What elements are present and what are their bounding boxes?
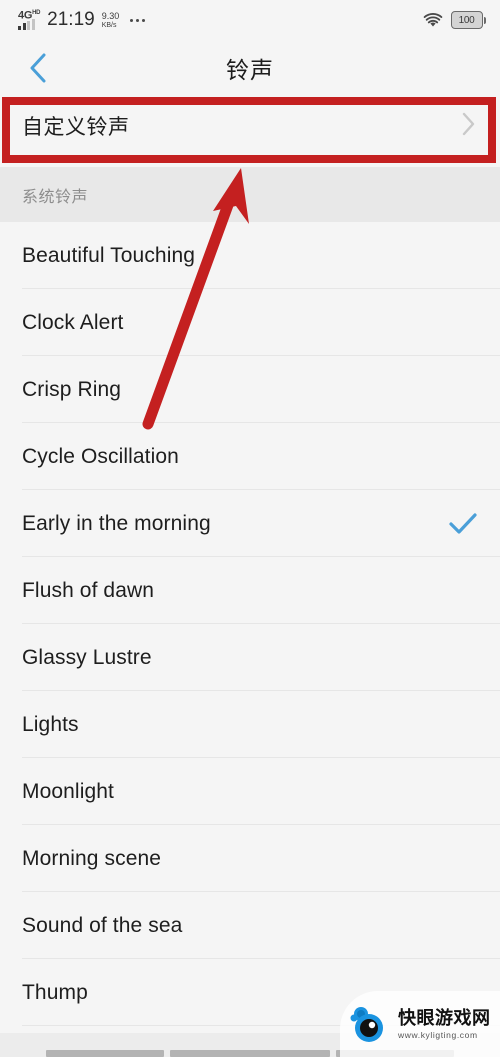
wifi-icon — [423, 12, 442, 26]
site-watermark: 快眼游戏网 www.kyligting.com — [340, 991, 500, 1057]
section-header-system-ringtones: 系统铃声 — [0, 167, 500, 222]
ringtone-row[interactable]: Beautiful Touching — [0, 222, 500, 289]
network-speed: 9.30 KB/s — [101, 10, 120, 30]
ringtone-row[interactable]: Cycle Oscillation — [0, 423, 500, 490]
ringtone-row[interactable]: Flush of dawn — [0, 557, 500, 624]
ringtone-row[interactable]: Crisp Ring — [0, 356, 500, 423]
ringtone-row[interactable]: Morning scene — [0, 825, 500, 892]
custom-ringtone-label: 自定义铃声 — [22, 116, 130, 139]
more-dots-icon — [130, 18, 146, 22]
signal-bars-icon — [18, 19, 40, 30]
status-clock: 21:19 — [47, 9, 95, 30]
network-type-label: 4GHD — [18, 10, 41, 22]
ringtone-row[interactable]: Moonlight — [0, 758, 500, 825]
phone-screen: 4GHD 21:19 9.30 KB/s 100 铃声 自定义铃声 系统铃声 B… — [0, 0, 500, 1057]
ringtone-name: Lights — [22, 712, 79, 736]
ringtone-name: Morning scene — [22, 846, 162, 870]
status-bar: 4GHD 21:19 9.30 KB/s 100 — [0, 0, 500, 40]
page-title: 铃声 — [226, 57, 274, 83]
ringtone-row[interactable]: Glassy Lustre — [0, 624, 500, 691]
battery-icon: 100 — [450, 11, 486, 29]
watermark-title: 快眼游戏网 — [398, 1007, 491, 1028]
ringtone-name: Thump — [22, 980, 88, 1004]
ringtone-name: Sound of the sea — [22, 913, 183, 937]
custom-ringtone-row[interactable]: 自定义铃声 — [0, 96, 500, 156]
network-speed-unit: KB/s — [101, 21, 117, 29]
watermark-url: www.kyligting.com — [398, 1029, 478, 1040]
watermark-text: 快眼游戏网 www.kyligting.com — [398, 1009, 491, 1040]
network-indicator: 4GHD — [18, 10, 40, 30]
ringtone-row[interactable]: Early in the morning — [0, 490, 500, 557]
network-signal-stack: 4GHD — [18, 10, 41, 30]
battery-level-label: 100 — [458, 14, 475, 26]
network-speed-value: 9.30 — [101, 10, 120, 21]
ringtone-name: Beautiful Touching — [22, 243, 196, 267]
status-bar-left: 4GHD 21:19 9.30 KB/s — [18, 9, 146, 30]
status-bar-right: 100 — [423, 11, 486, 29]
ringtone-row[interactable]: Lights — [0, 691, 500, 758]
nav-recents-bar[interactable] — [46, 1050, 164, 1057]
ringtone-name: Moonlight — [22, 779, 114, 803]
eyeball-logo-icon — [350, 1007, 383, 1042]
nav-home-bar[interactable] — [170, 1050, 330, 1057]
ringtone-row[interactable]: Clock Alert — [0, 289, 500, 356]
ringtone-name: Crisp Ring — [22, 377, 122, 401]
ringtone-row[interactable]: Sound of the sea — [0, 892, 500, 959]
check-icon — [448, 511, 478, 537]
section-header-label: 系统铃声 — [22, 188, 89, 206]
ringtone-name: Flush of dawn — [22, 578, 155, 602]
ringtone-name: Clock Alert — [22, 310, 124, 334]
ringtone-list: Beautiful Touching Clock Alert Crisp Ring C… — [0, 222, 500, 1026]
ringtone-name: Glassy Lustre — [22, 645, 152, 669]
ringtone-name: Early in the morning — [22, 511, 211, 535]
chevron-right-icon — [460, 110, 478, 143]
app-header: 铃声 — [0, 40, 500, 96]
ringtone-name: Cycle Oscillation — [22, 444, 179, 468]
